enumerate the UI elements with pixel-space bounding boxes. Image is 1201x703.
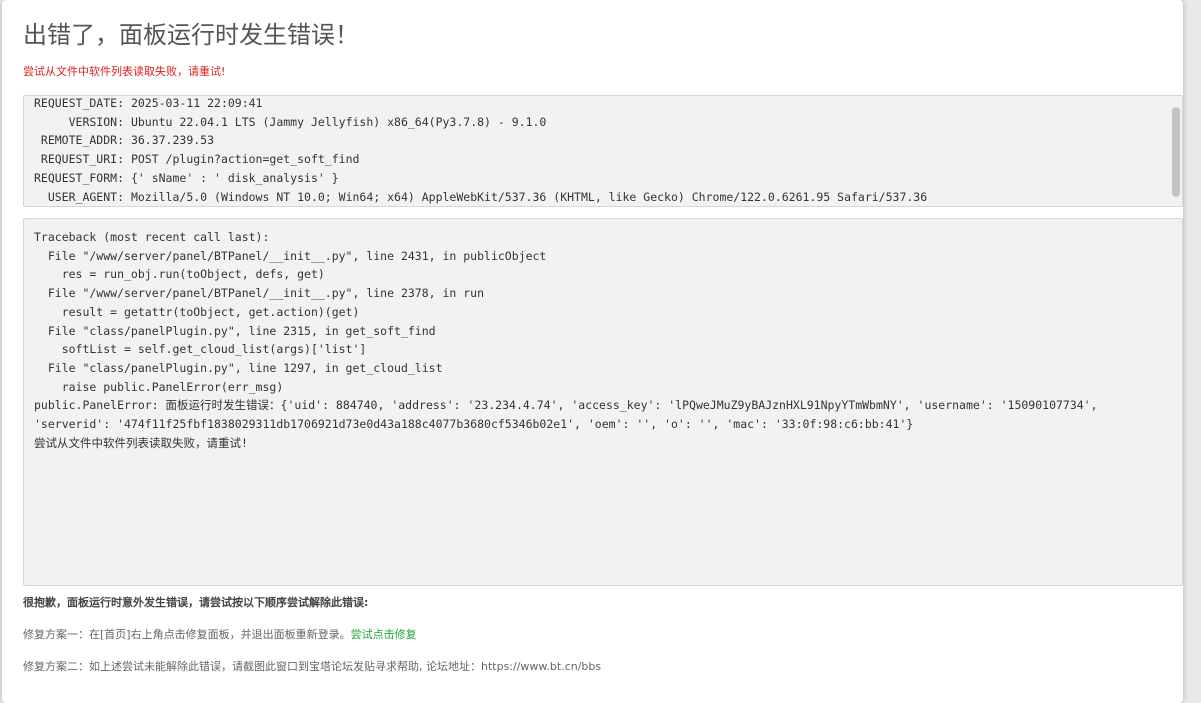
traceback-box[interactable]: Traceback (most recent call last): File … — [23, 218, 1183, 586]
error-subtitle: 尝试从文件中软件列表读取失败，请重试! — [23, 65, 226, 78]
traceback-line: public.PanelError: 面板运行时发生错误：{'uid': 884… — [34, 398, 1098, 413]
request-info-separator: : — [117, 133, 131, 148]
request-info-value: {' sName' : ' disk_analysis' } — [130, 170, 339, 185]
request-info-row: USER_AGENT: Mozilla/5.0 (Windows NT 10.0… — [34, 188, 928, 206]
repair-option-one: 修复方案一：在[首页]右上角点击修复面板，并退出面板重新登录。尝试点击修复 — [23, 627, 417, 643]
request-info-list: REQUEST_DATE: 2025-03-11 22:09:41 VERSION… — [34, 96, 928, 206]
request-info-value: Mozilla/5.0 (Windows NT 10.0; Win64; x64… — [130, 189, 928, 204]
request-info-row: REQUEST_URI: POST /plugin?action=get_sof… — [34, 150, 927, 169]
traceback-line: raise public.PanelError(err_msg) — [34, 379, 284, 394]
request-info-box[interactable]: REQUEST_DATE: 2025-03-11 22:09:41 VERSION… — [23, 95, 1183, 207]
request-info-separator: : — [117, 189, 131, 204]
traceback-list: Traceback (most recent call last): File … — [34, 228, 1098, 452]
request-info-key: REQUEST_URI — [40, 152, 118, 167]
request-info-value: 2025-03-11 22:09:41 — [130, 96, 263, 110]
request-info-key: VERSION — [68, 114, 118, 129]
request-info-key: REQUEST_DATE — [34, 96, 118, 110]
request-info-separator: : — [117, 96, 131, 110]
request-info-value: 36.37.239.53 — [130, 133, 215, 148]
traceback-line: res = run_obj.run(toObject, defs, get) — [34, 267, 325, 282]
traceback-line: File "class/panelPlugin.py", line 1297, … — [34, 360, 443, 375]
traceback-line: result = getattr(toObject, get.action)(g… — [34, 304, 360, 319]
request-info-key: USER_AGENT — [47, 189, 118, 204]
traceback-line: File "class/panelPlugin.py", line 2315, … — [34, 323, 436, 338]
request-info-separator: : — [117, 170, 131, 185]
repair-option-one-text: 修复方案一：在[首页]右上角点击修复面板，并退出面板重新登录。 — [23, 628, 351, 641]
try-repair-link[interactable]: 尝试点击修复 — [351, 628, 417, 641]
request-info-scrollbar[interactable] — [1172, 107, 1180, 197]
traceback-line: File "/www/server/panel/BTPanel/__init__… — [34, 248, 547, 263]
error-title: 出错了，面板运行时发生错误！ — [23, 21, 359, 49]
request-info-row: VERSION: Ubuntu 22.04.1 LTS (Jammy Jelly… — [34, 113, 927, 132]
traceback-line: File "/www/server/panel/BTPanel/__init__… — [34, 286, 485, 301]
request-info-value: Ubuntu 22.04.1 LTS (Jammy Jellyfish) x86… — [130, 114, 547, 129]
request-info-separator: : — [117, 152, 131, 167]
request-info-value: POST /plugin?action=get_soft_find — [130, 152, 360, 167]
help-heading: 很抱歉，面板运行时意外发生错误，请尝试按以下顺序尝试解除此错误: — [23, 596, 369, 609]
traceback-line: Traceback (most recent call last): — [34, 230, 270, 244]
request-info-row: REMOTE_ADDR: 36.37.239.53 — [34, 131, 927, 150]
traceback-line: 尝试从文件中软件列表读取失败，请重试! — [34, 435, 248, 450]
request-info-separator: : — [117, 114, 131, 129]
repair-option-two: 修复方案二：如上述尝试未能解除此错误，请截图此窗口到宝塔论坛发贴寻求帮助, 论坛… — [23, 660, 602, 673]
request-info-key: REQUEST_FORM — [34, 170, 118, 185]
error-dialog: 出错了，面板运行时发生错误！ 尝试从文件中软件列表读取失败，请重试! REQUE… — [2, 0, 1183, 703]
request-info-row: REQUEST_FORM: {' sName' : ' disk_analysi… — [34, 169, 927, 188]
request-info-row: REQUEST_DATE: 2025-03-11 22:09:41 — [34, 96, 927, 113]
traceback-line: 'serverid': '474f11f25fbf1838029311db170… — [34, 417, 914, 432]
traceback-line: softList = self.get_cloud_list(args)['li… — [34, 342, 367, 357]
request-info-key: REMOTE_ADDR — [40, 133, 118, 148]
